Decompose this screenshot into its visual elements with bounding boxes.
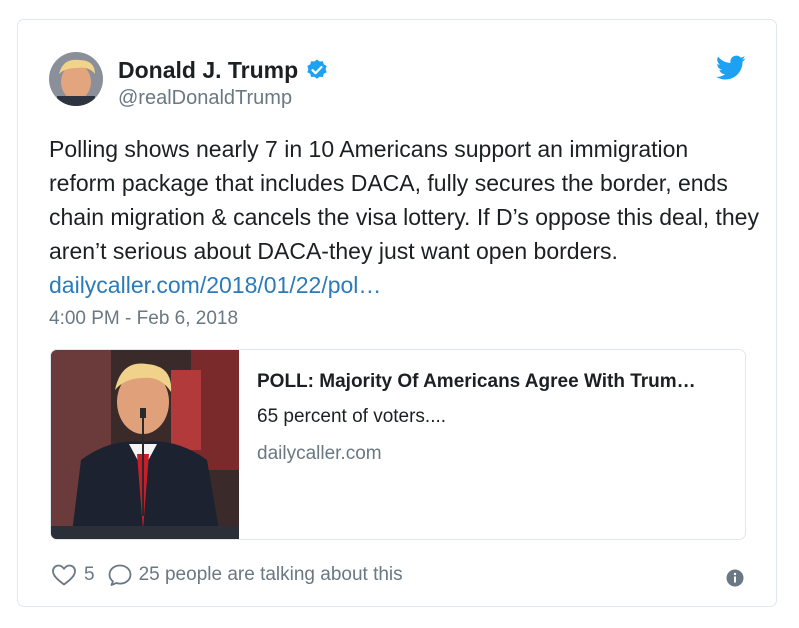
link-card-description: 65 percent of voters.... bbox=[257, 406, 447, 427]
link-card-title[interactable]: POLL: Majority Of Americans Agree With T… bbox=[257, 370, 727, 394]
link-card-domain: dailycaller.com bbox=[257, 443, 382, 464]
tweet-embed-card: Donald J. Trump @realDonaldTrump Polling… bbox=[17, 19, 777, 607]
author-name-row[interactable]: Donald J. Trump bbox=[118, 56, 329, 84]
twitter-bird-icon[interactable] bbox=[716, 55, 746, 81]
tweet-actions: 5 25 people are talking about this bbox=[51, 563, 403, 587]
verified-badge-icon bbox=[305, 58, 329, 82]
like-count[interactable]: 5 bbox=[84, 563, 95, 587]
avatar[interactable] bbox=[49, 52, 103, 106]
author-display-name[interactable]: Donald J. Trump bbox=[118, 56, 298, 84]
tweet-timestamp[interactable]: 4:00 PM - Feb 6, 2018 bbox=[49, 307, 238, 331]
heart-icon[interactable] bbox=[51, 563, 77, 587]
link-preview-card[interactable]: POLL: Majority Of Americans Agree With T… bbox=[50, 349, 746, 540]
link-thumbnail-image bbox=[51, 350, 239, 539]
author-handle[interactable]: @realDonaldTrump bbox=[118, 86, 292, 110]
tweet-body: Polling shows nearly 7 in 10 Americans s… bbox=[49, 136, 759, 264]
tweet-link[interactable]: dailycaller.com/2018/01/22/pol… bbox=[49, 272, 381, 298]
talking-about-link[interactable]: 25 people are talking about this bbox=[139, 563, 403, 587]
tweet-text: Polling shows nearly 7 in 10 Americans s… bbox=[49, 132, 759, 302]
reply-bubble-icon[interactable] bbox=[107, 563, 133, 587]
info-icon[interactable] bbox=[726, 569, 744, 587]
